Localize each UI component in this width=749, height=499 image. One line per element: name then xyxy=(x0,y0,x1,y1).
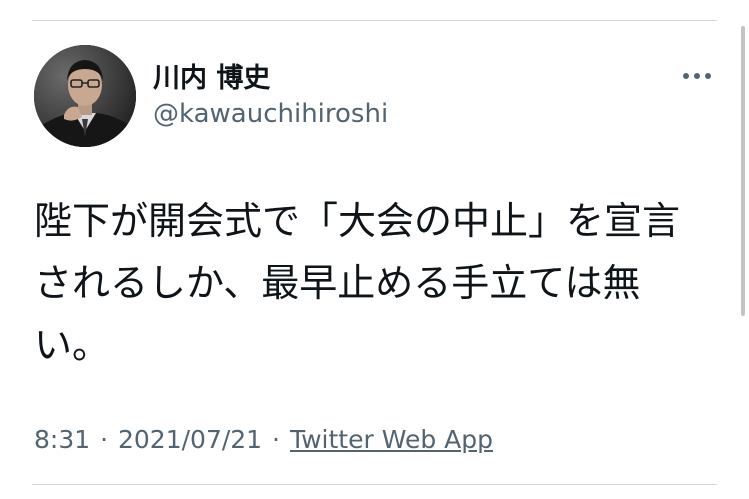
meta-separator: · xyxy=(272,425,280,454)
avatar-image xyxy=(34,45,136,147)
author-names: 川内 博史 @kawauchihiroshi xyxy=(153,61,388,131)
bottom-divider xyxy=(32,484,717,485)
display-name[interactable]: 川内 博史 xyxy=(153,61,388,97)
tweet: 川内 博史 @kawauchihiroshi 陛下が開会式で「大会の中止」を宣言… xyxy=(34,44,715,376)
tweet-date[interactable]: 2021/07/21 xyxy=(118,425,262,454)
avatar[interactable] xyxy=(34,45,136,147)
tweet-text: 陛下が開会式で「大会の中止」を宣言されるしか、最早止める手立ては無い。 xyxy=(34,199,681,367)
top-divider xyxy=(32,20,717,21)
tweet-header: 川内 博史 @kawauchihiroshi xyxy=(34,44,715,148)
more-horizontal-icon xyxy=(683,73,711,79)
tweet-time[interactable]: 8:31 xyxy=(34,425,90,454)
tweet-metadata: 8:31 · 2021/07/21 · Twitter Web App xyxy=(34,424,493,456)
scrollbar[interactable] xyxy=(741,26,745,316)
tweet-source-link[interactable]: Twitter Web App xyxy=(290,425,493,454)
more-button[interactable] xyxy=(679,62,715,90)
user-handle[interactable]: @kawauchihiroshi xyxy=(153,97,388,131)
meta-separator: · xyxy=(100,425,109,454)
